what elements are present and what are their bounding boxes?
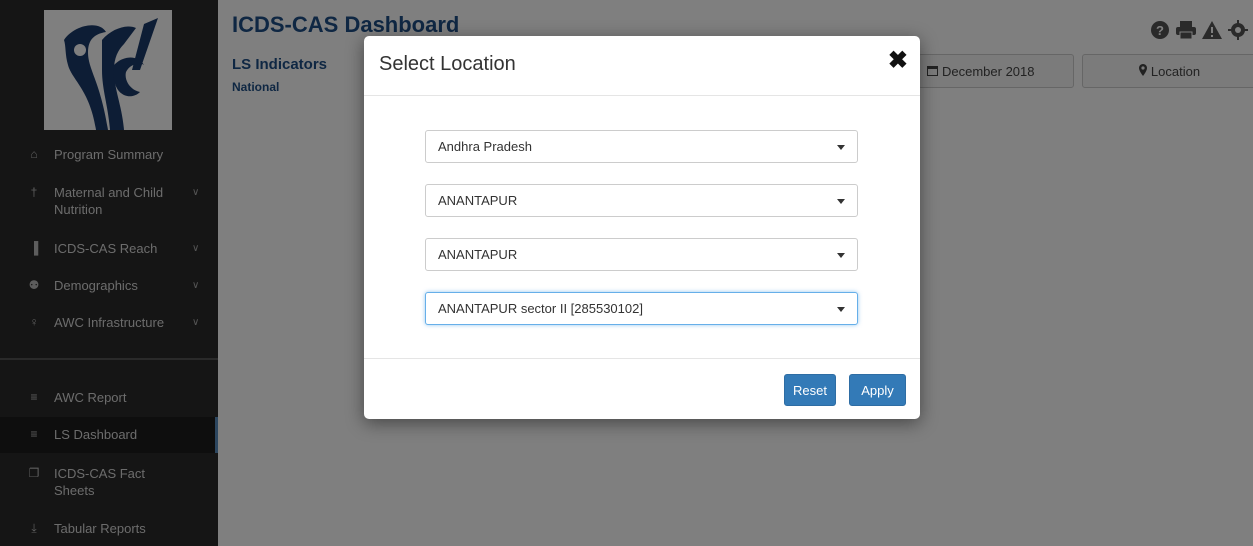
caret-down-icon — [837, 145, 845, 150]
state-select[interactable]: Andhra Pradesh — [425, 130, 858, 163]
apply-button[interactable]: Apply — [849, 374, 906, 406]
sector-select[interactable]: ANANTAPUR sector II [285530102] — [425, 292, 858, 325]
select-location-modal: Select Location ✖ Andhra Pradesh ANANTAP… — [364, 36, 920, 419]
caret-down-icon — [837, 253, 845, 258]
select-value: ANANTAPUR sector II [285530102] — [438, 301, 643, 316]
modal-footer-divider — [364, 358, 920, 359]
select-value: ANANTAPUR — [438, 193, 518, 208]
modal-title: Select Location — [379, 53, 516, 75]
select-value: ANANTAPUR — [438, 247, 518, 262]
district-select[interactable]: ANANTAPUR — [425, 184, 858, 217]
reset-button[interactable]: Reset — [784, 374, 836, 406]
select-value: Andhra Pradesh — [438, 139, 532, 154]
close-icon[interactable]: ✖ — [888, 49, 908, 73]
caret-down-icon — [837, 199, 845, 204]
block-select[interactable]: ANANTAPUR — [425, 238, 858, 271]
caret-down-icon — [837, 307, 845, 312]
modal-header: Select Location ✖ — [364, 36, 920, 96]
